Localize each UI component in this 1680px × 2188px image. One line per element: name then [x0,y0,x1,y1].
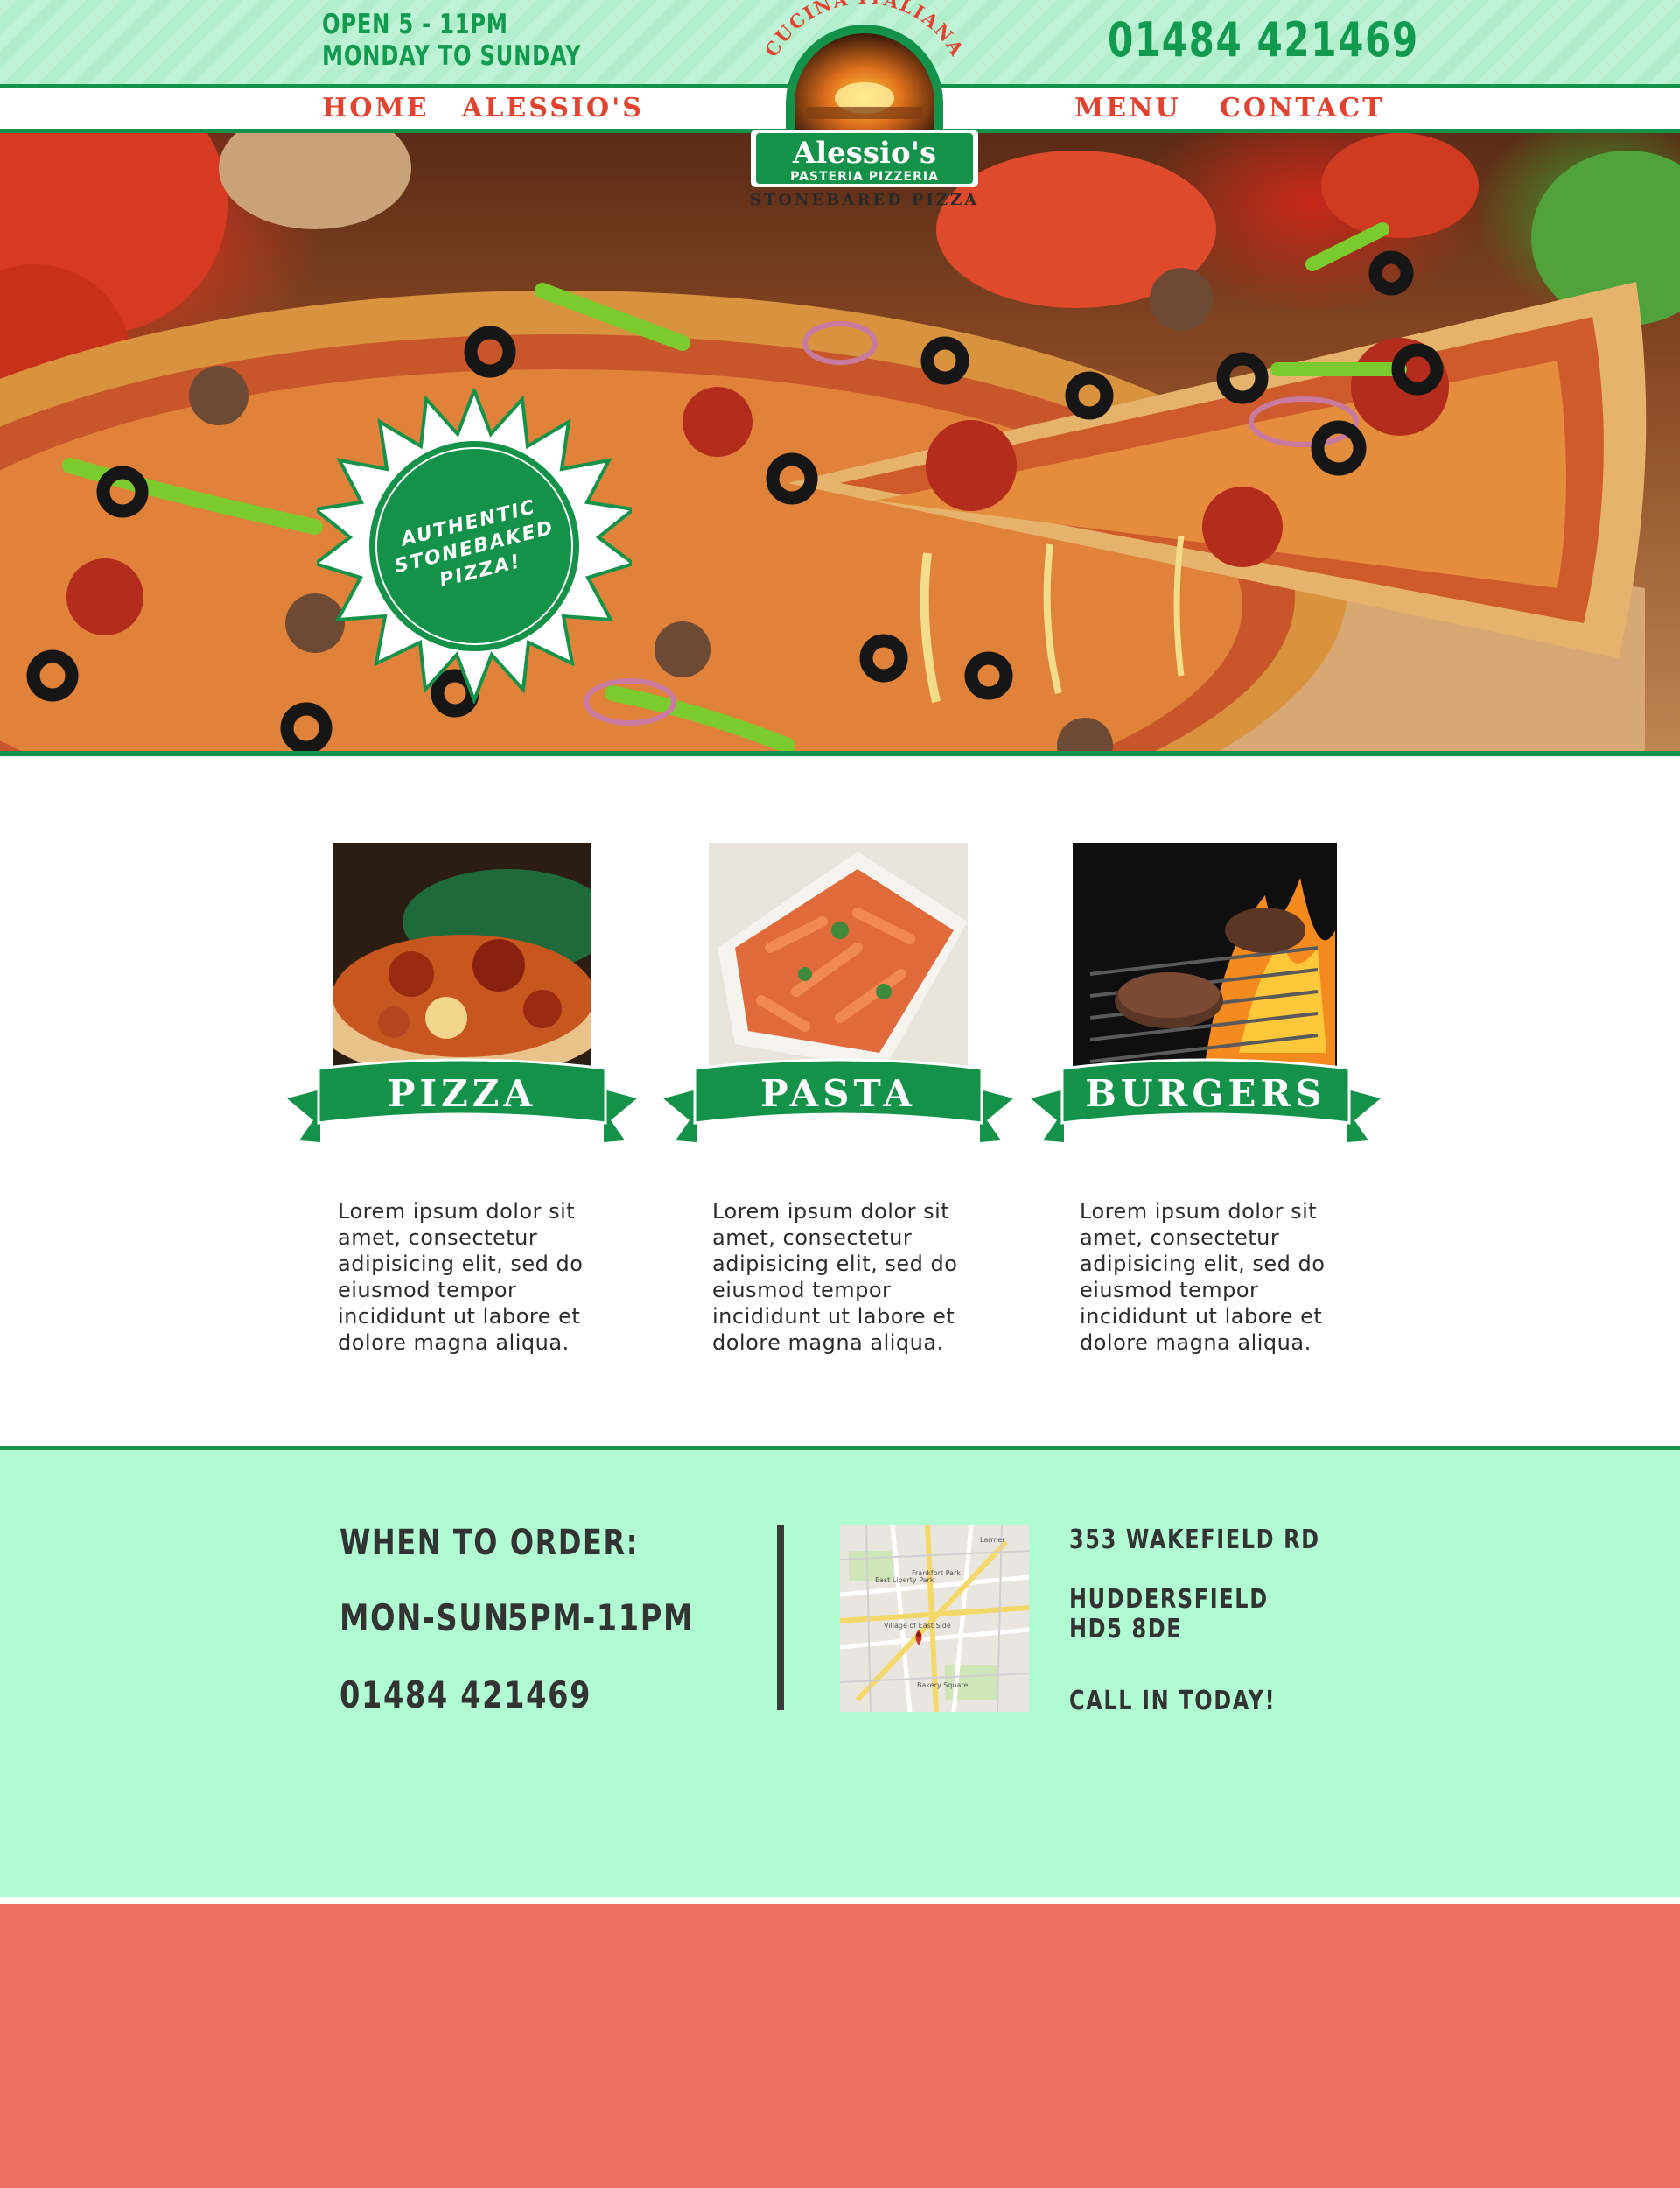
opening-hours: OPEN 5 - 11PM MONDAY TO SUNDAY [322,9,654,72]
call-in-today: CALL IN TODAY! [1069,1686,1277,1716]
address-line-2: HUDDERSFIELD [1069,1584,1269,1615]
hours-line-1: OPEN 5 - 11PM [322,9,508,40]
nav-contact[interactable]: CONTACT [1220,93,1385,123]
info-divider [777,1525,784,1710]
map-label-village-east-side: Village of East Side [884,1622,951,1630]
header-phone[interactable]: 01484 421469 [1108,12,1419,67]
logo-subtitle: PASTERIA PIZZERIA [790,170,939,184]
authentic-stonebaked-badge: AUTHENTIC STONEBAKED PIZZA! [317,389,632,704]
hero-divider [0,751,1680,756]
pizza-title: PIZZA [387,1072,537,1115]
order-phone[interactable]: 01484 421469 [340,1673,592,1716]
hours-line-2: MONDAY TO SUNDAY [322,40,582,72]
address-line-1: 353 WAKEFIELD RD [1069,1525,1320,1555]
pizza-photo[interactable] [332,843,592,1079]
order-days: MON-SUN [340,1596,510,1639]
logo-tagline: STONEBARED PIZZA [750,191,979,209]
map-label-east-liberty-park: East Liberty Park [875,1576,934,1584]
footer-band [0,1904,1680,2188]
pasta-photo[interactable] [709,843,968,1079]
logo-name: Alessio's [792,136,936,171]
nav-home[interactable]: HOME [322,93,430,123]
pizza-hero-image [0,133,1680,754]
nav-alessios[interactable]: ALESSIO'S [462,93,644,123]
pasta-description: Lorem ipsum dolor sit amet, consectetur … [712,1199,958,1355]
order-times: 5PM-11PM [508,1596,695,1639]
burgers-photo[interactable] [1073,843,1337,1079]
pasta-title: PASTA [760,1072,916,1115]
nav-menu[interactable]: MENU [1074,93,1181,123]
when-to-order-heading: WHEN TO ORDER: [340,1523,640,1563]
alessios-logo[interactable]: CUCINA ITALIANA Alessio's PASTERIA PIZZE… [746,0,984,214]
burgers-title: BURGERS [1085,1072,1326,1115]
map-label-bakery-square: Bakery Square [917,1681,968,1689]
map-label-larmer: Larmer [980,1536,1005,1544]
location-map[interactable]: Larmer Frankfort Park East Liberty Park … [840,1525,1029,1712]
burgers-description: Lorem ipsum dolor sit amet, consectetur … [1080,1199,1326,1355]
pizza-description: Lorem ipsum dolor sit amet, consectetur … [338,1199,584,1355]
hero-banner: AUTHENTIC STONEBAKED PIZZA! [0,133,1680,754]
address-line-3: HD5 8DE [1069,1614,1183,1645]
